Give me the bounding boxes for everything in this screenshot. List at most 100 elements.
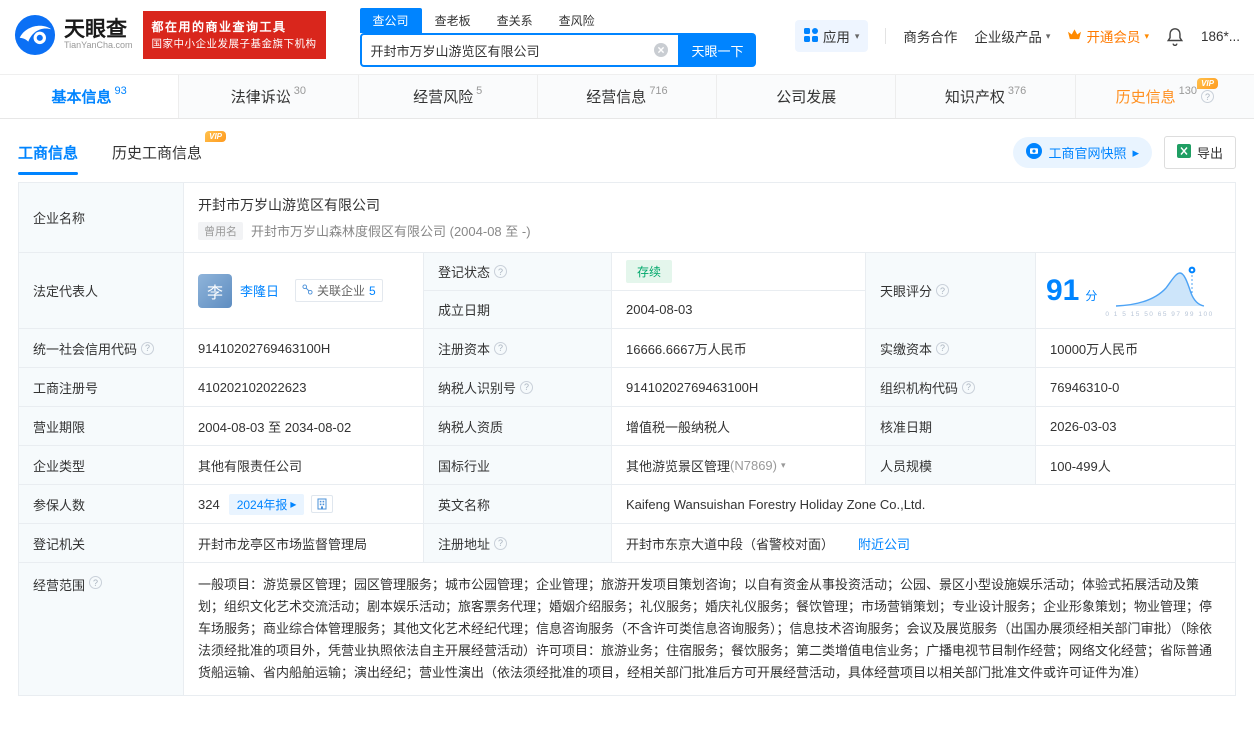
help-icon[interactable]: ? <box>962 381 975 394</box>
field-value-company-type: 其他有限责任公司 <box>184 446 424 485</box>
tab-basic-info[interactable]: 基本信息 93 <box>0 75 179 118</box>
score-value: 91 <box>1046 276 1079 306</box>
field-label-approval-date: 核准日期 <box>866 407 1036 446</box>
field-value-business-term: 2004-08-03 至 2034-08-02 <box>184 407 424 446</box>
nav-enterprise-products[interactable]: 企业级产品 ▾ <box>974 26 1050 46</box>
field-label-legal-rep: 法定代表人 <box>19 253 184 329</box>
tab-intellectual-property[interactable]: 知识产权 376 <box>896 75 1075 118</box>
help-icon[interactable]: ? <box>936 284 949 297</box>
export-button[interactable]: 导出 <box>1164 136 1236 169</box>
tab-label: 基本信息 <box>52 86 112 107</box>
tab-count: 716 <box>649 85 667 97</box>
tab-label: 历史信息 <box>1116 86 1176 107</box>
field-value-reg-authority: 开封市龙亭区市场监督管理局 <box>184 524 424 563</box>
field-label-taxpayer-id: 纳税人识别号 ? <box>424 368 612 407</box>
search-tab-boss[interactable]: 查老板 <box>422 8 484 33</box>
label-text: 成立日期 <box>438 300 490 319</box>
field-value-taxpayer-quality: 增值税一般纳税人 <box>612 407 866 446</box>
legal-rep-link[interactable]: 李隆日 <box>240 281 279 300</box>
search-tab-company[interactable]: 查公司 <box>360 8 422 33</box>
tab-label: 知识产权 <box>945 86 1005 107</box>
field-label-staff-size: 人员规模 <box>866 446 1036 485</box>
open-vip-button[interactable]: 开通会员 ▾ <box>1067 26 1149 46</box>
field-value-reg-status: 存续 <box>612 253 866 291</box>
help-icon[interactable]: ? <box>494 537 507 550</box>
user-account[interactable]: 186*... <box>1201 29 1240 44</box>
tab-business-info[interactable]: 经营信息 716 <box>538 75 717 118</box>
label-text: 核准日期 <box>880 417 932 436</box>
apps-grid-icon <box>804 28 818 45</box>
search-button[interactable]: 天眼一下 <box>680 33 756 67</box>
tab-count: 5 <box>476 85 482 97</box>
tianyancha-logo-icon <box>14 14 56 56</box>
help-icon[interactable]: ? <box>141 342 154 355</box>
notifications-bell-icon[interactable] <box>1166 26 1184 46</box>
promo-line2: 国家中小企业发展子基金旗下机构 <box>152 36 317 52</box>
vip-badge: VIP <box>205 131 226 142</box>
help-icon[interactable]: ? <box>494 342 507 355</box>
field-label-business-term: 营业期限 <box>19 407 184 446</box>
field-value-insured: 324 2024年报 ▸ <box>184 485 424 524</box>
subtab-history-registration[interactable]: VIP 历史工商信息 <box>112 142 202 163</box>
promo-banner: 都在用的商业查询工具 国家中小企业发展子基金旗下机构 <box>143 11 326 60</box>
tab-legal-proceedings[interactable]: 法律诉讼 30 <box>179 75 358 118</box>
field-value-reg-number: 410202102022623 <box>184 368 424 407</box>
search-input[interactable] <box>371 43 647 58</box>
field-value-staff-size: 100-499人 <box>1036 446 1236 485</box>
field-label-reg-authority: 登记机关 <box>19 524 184 563</box>
logo-text: 天眼查 TianYanCha.com <box>64 19 133 50</box>
avatar[interactable]: 李 <box>198 274 232 308</box>
search-tab-relation[interactable]: 查关系 <box>484 8 546 33</box>
apps-menu[interactable]: 应用 ▾ <box>795 20 869 52</box>
help-icon[interactable]: ? <box>89 576 102 589</box>
label-text: 企业名称 <box>33 208 85 227</box>
header-nav: 应用 ▾ 商务合作 企业级产品 ▾ 开通会员 ▾ 186*... <box>795 20 1240 52</box>
field-value-score[interactable]: 91 分 0 1 5 15 50 65 97 99 100 <box>1036 253 1236 329</box>
label-text: 注册地址 <box>438 534 490 553</box>
clear-icon[interactable] <box>653 42 669 58</box>
chevron-down-icon[interactable]: ▾ <box>781 460 786 471</box>
nav-cooperation[interactable]: 商务合作 <box>903 26 957 46</box>
label-text: 组织机构代码 <box>880 378 958 397</box>
related-companies-badge[interactable]: 关联企业 5 <box>295 279 383 302</box>
tab-company-development[interactable]: 公司发展 <box>717 75 896 118</box>
tab-label: 法律诉讼 <box>231 86 291 107</box>
label-text: 登记状态 <box>438 262 490 281</box>
field-value-paid-capital: 10000万人民币 <box>1036 329 1236 368</box>
status-badge: 存续 <box>626 260 672 283</box>
score-axis-labels: 0 1 5 15 50 65 97 99 100 <box>1105 311 1213 318</box>
logo-domain: TianYanCha.com <box>64 41 133 50</box>
subtab-business-registration[interactable]: 工商信息 <box>18 142 78 163</box>
field-value-industry[interactable]: 其他游览景区管理 (N7869) ▾ <box>612 446 866 485</box>
logo[interactable]: 天眼查 TianYanCha.com <box>14 14 133 56</box>
field-value-credit-code: 91410202769463100H <box>184 329 424 368</box>
field-label-est-date: 成立日期 <box>424 291 612 329</box>
industry-name: 其他游览景区管理 <box>626 456 730 475</box>
tab-operating-risk[interactable]: 经营风险 5 <box>359 75 538 118</box>
field-label-business-scope: 经营范围 ? <box>19 563 184 696</box>
field-label-reg-address: 注册地址 ? <box>424 524 612 563</box>
tab-history-info[interactable]: VIP 历史信息 130 ? <box>1076 75 1254 118</box>
report-label: 2024年报 <box>237 496 288 513</box>
label-text: 人员规模 <box>880 456 932 475</box>
label-text: 实缴资本 <box>880 339 932 358</box>
search-tabs: 查公司 查老板 查关系 查风险 <box>360 8 756 33</box>
official-snapshot-button[interactable]: 工商官网快照 ▸ <box>1013 137 1152 168</box>
field-value-reg-capital: 16666.6667万人民币 <box>612 329 866 368</box>
nearby-companies-link[interactable]: 附近公司 <box>858 534 910 553</box>
annual-report-badge[interactable]: 2024年报 ▸ <box>229 494 305 515</box>
address-text: 开封市东京大道中段（省警校对面） <box>626 534 834 553</box>
help-icon[interactable]: ? <box>936 342 949 355</box>
arrow-right-icon: ▸ <box>1132 145 1139 161</box>
field-value-taxpayer-id: 91410202769463100H <box>612 368 866 407</box>
social-security-icon[interactable] <box>311 495 333 513</box>
label-text: 天眼评分 <box>880 281 932 300</box>
help-icon[interactable]: ? <box>494 265 507 278</box>
help-icon[interactable]: ? <box>1201 90 1214 103</box>
field-label-credit-code: 统一社会信用代码 ? <box>19 329 184 368</box>
label-text: 参保人数 <box>33 495 85 514</box>
search-tab-risk[interactable]: 查风险 <box>546 8 608 33</box>
label-text: 注册资本 <box>438 339 490 358</box>
help-icon[interactable]: ? <box>520 381 533 394</box>
company-tabs: 基本信息 93 法律诉讼 30 经营风险 5 经营信息 716 公司发展 知识产… <box>0 74 1254 119</box>
